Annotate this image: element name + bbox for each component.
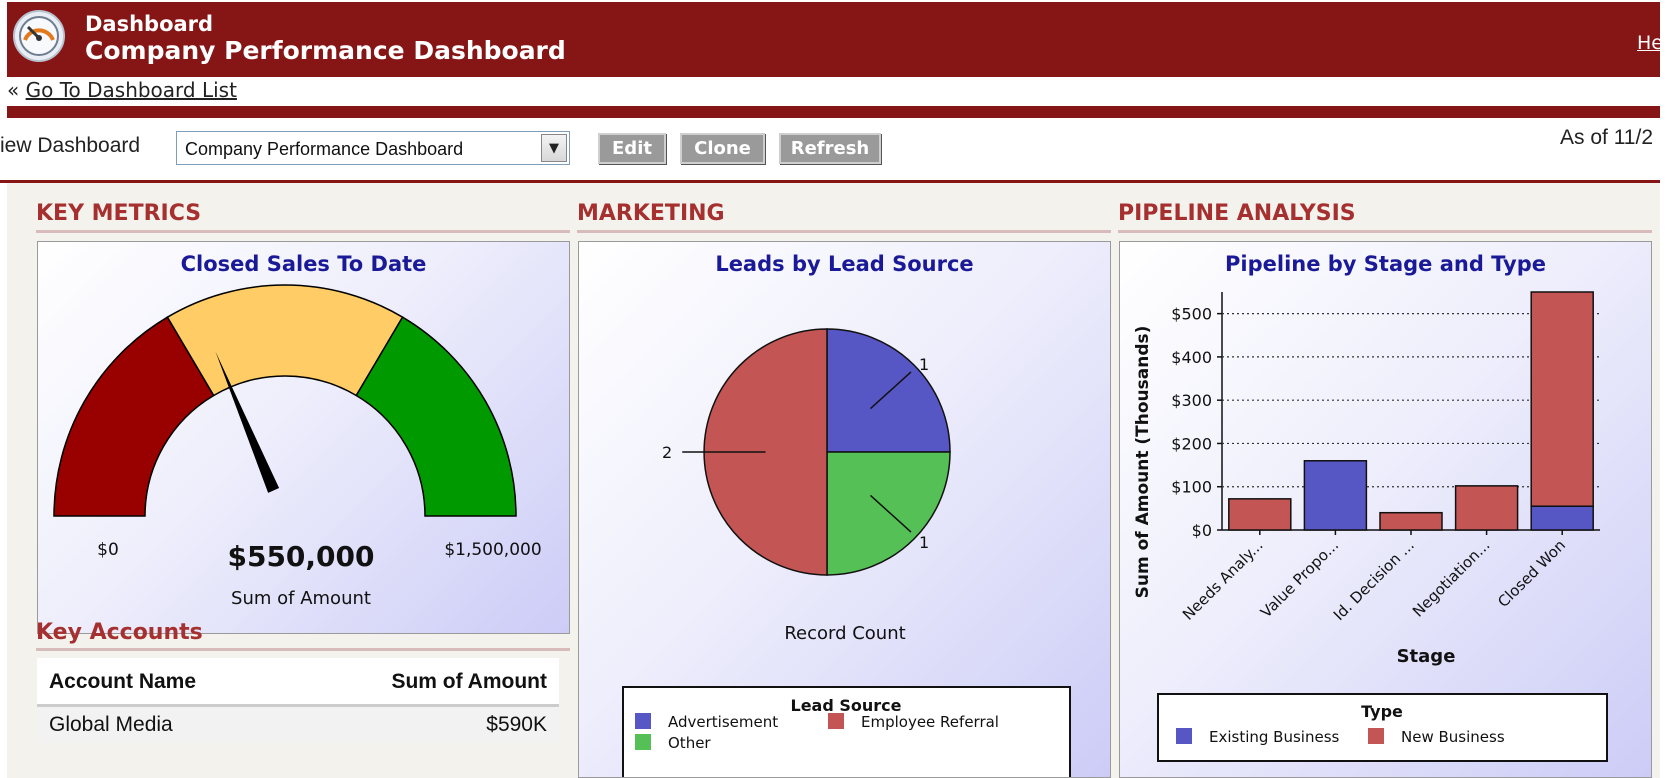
legend-label: Other (668, 734, 711, 752)
back-nav: « Go To Dashboard List (7, 78, 237, 102)
section-title-key-metrics: KEY METRICS (36, 201, 202, 226)
account-name-cell: Global Media (49, 713, 173, 736)
gauge-chart: $0 $1,500,000 $550,000 Sum of Amount (53, 284, 542, 609)
section-divider (577, 230, 1111, 233)
view-dashboard-label: iew Dashboard (0, 134, 141, 157)
table-header-row: Account Name Sum of Amount (37, 658, 559, 707)
legend-label: Employee Referral (861, 713, 999, 731)
y-tick-label: $500 (1171, 305, 1212, 324)
legend-label: Existing Business (1209, 728, 1340, 746)
section-divider (36, 230, 570, 233)
pie-slice-other[interactable] (826, 451, 951, 576)
x-tick-label: Closed Won (1494, 536, 1569, 611)
y-tick-label: $300 (1171, 391, 1212, 410)
dashboard-content: KEY METRICS MARKETING PIPELINE ANALYSIS … (7, 183, 1660, 778)
section-divider (36, 648, 570, 651)
legend-label: New Business (1401, 728, 1505, 746)
pie-chart: 112 Record Count Lead Source Advertiseme… (622, 328, 1071, 777)
section-divider (1118, 230, 1652, 233)
refresh-button[interactable]: Refresh (779, 133, 881, 164)
bar-segment[interactable] (1454, 485, 1519, 531)
dashboard-toolbar: iew Dashboard Company Performance Dashbo… (0, 118, 1660, 183)
legend-swatch (828, 713, 844, 729)
header-subtitle: Dashboard (85, 12, 214, 36)
bar-segment[interactable] (1228, 498, 1292, 531)
pie-slice-label: 1 (919, 533, 929, 552)
y-tick-label: $100 (1171, 478, 1212, 497)
y-axis-label: Sum of Amount (Thousands) (1133, 326, 1153, 599)
x-tick-label: Id. Decision ... (1330, 536, 1418, 624)
bar-chart: $0 $100 $200 $300 $400 $500 Needs Analy...Val… (1133, 291, 1608, 762)
bar-segment[interactable] (1379, 511, 1443, 531)
column-header-sum-of-amount[interactable]: Sum of Amount (391, 670, 547, 694)
gauge-min-label: $0 (97, 540, 119, 560)
legend-swatch (1176, 728, 1192, 744)
edit-button[interactable]: Edit (598, 133, 666, 164)
gauge-panel[interactable]: Closed Sales To Date $0 $1,500,000 $550,… (37, 241, 570, 634)
gauge-max-label: $1,500,000 (444, 540, 541, 560)
pie-slice-label: 2 (662, 443, 672, 462)
key-accounts-table: Account Name Sum of Amount Global Media … (37, 658, 559, 743)
x-tick-label: Needs Analy... (1179, 536, 1267, 624)
bar-segment[interactable] (1530, 505, 1594, 531)
bar-segment[interactable] (1530, 291, 1594, 507)
header-divider (7, 106, 1660, 118)
gauge-metric-label: Sum of Amount (231, 588, 371, 609)
as-of-timestamp: As of 11/2 (1560, 126, 1654, 149)
key-accounts-title: Key Accounts (36, 620, 203, 645)
chevron-down-icon[interactable]: ▼ (541, 134, 567, 162)
page-title: Company Performance Dashboard (85, 36, 566, 65)
table-row[interactable]: Global Media $590K (37, 707, 559, 743)
bar-legend-title: Type (1361, 702, 1403, 721)
pie-footer-label: Record Count (784, 623, 905, 644)
y-tick-label: $0 (1192, 521, 1212, 540)
section-title-pipeline: PIPELINE ANALYSIS (1118, 201, 1356, 226)
amount-cell: $590K (486, 713, 547, 736)
help-link[interactable]: He (1637, 32, 1663, 54)
section-title-marketing: MARKETING (577, 201, 725, 226)
x-axis-label: Stage (1397, 646, 1456, 667)
gauge-value-label: $550,000 (227, 540, 374, 573)
dashboard-list-link[interactable]: Go To Dashboard List (26, 78, 237, 102)
y-tick-label: $400 (1171, 348, 1212, 367)
bar-segment[interactable] (1303, 460, 1368, 531)
clone-button[interactable]: Clone (680, 133, 765, 164)
dashboard-select[interactable]: Company Performance Dashboard ▼ (176, 131, 570, 165)
dashboard-select-value: Company Performance Dashboard (185, 139, 464, 159)
legend-swatch (635, 713, 651, 729)
app-header: Dashboard Company Performance Dashboard … (7, 2, 1663, 77)
pie-slice-advertisement[interactable] (826, 328, 951, 453)
leads-pie-panel[interactable]: Leads by Lead Source 112 Record Count Le… (578, 241, 1111, 778)
legend-swatch (1368, 728, 1384, 744)
x-tick-label: Value Propo... (1257, 536, 1342, 621)
y-tick-label: $200 (1171, 434, 1212, 453)
gauge-logo-icon (13, 10, 65, 62)
pipeline-chart-panel[interactable]: Pipeline by Stage and Type $0 $100 $200 $30… (1119, 241, 1652, 778)
pie-slice-label: 1 (919, 355, 929, 374)
x-tick-label: Negotiation... (1409, 536, 1493, 620)
column-header-account-name[interactable]: Account Name (49, 670, 196, 694)
back-arrow-icon: « (7, 78, 20, 102)
legend-swatch (635, 734, 651, 750)
legend-label: Advertisement (668, 713, 778, 731)
